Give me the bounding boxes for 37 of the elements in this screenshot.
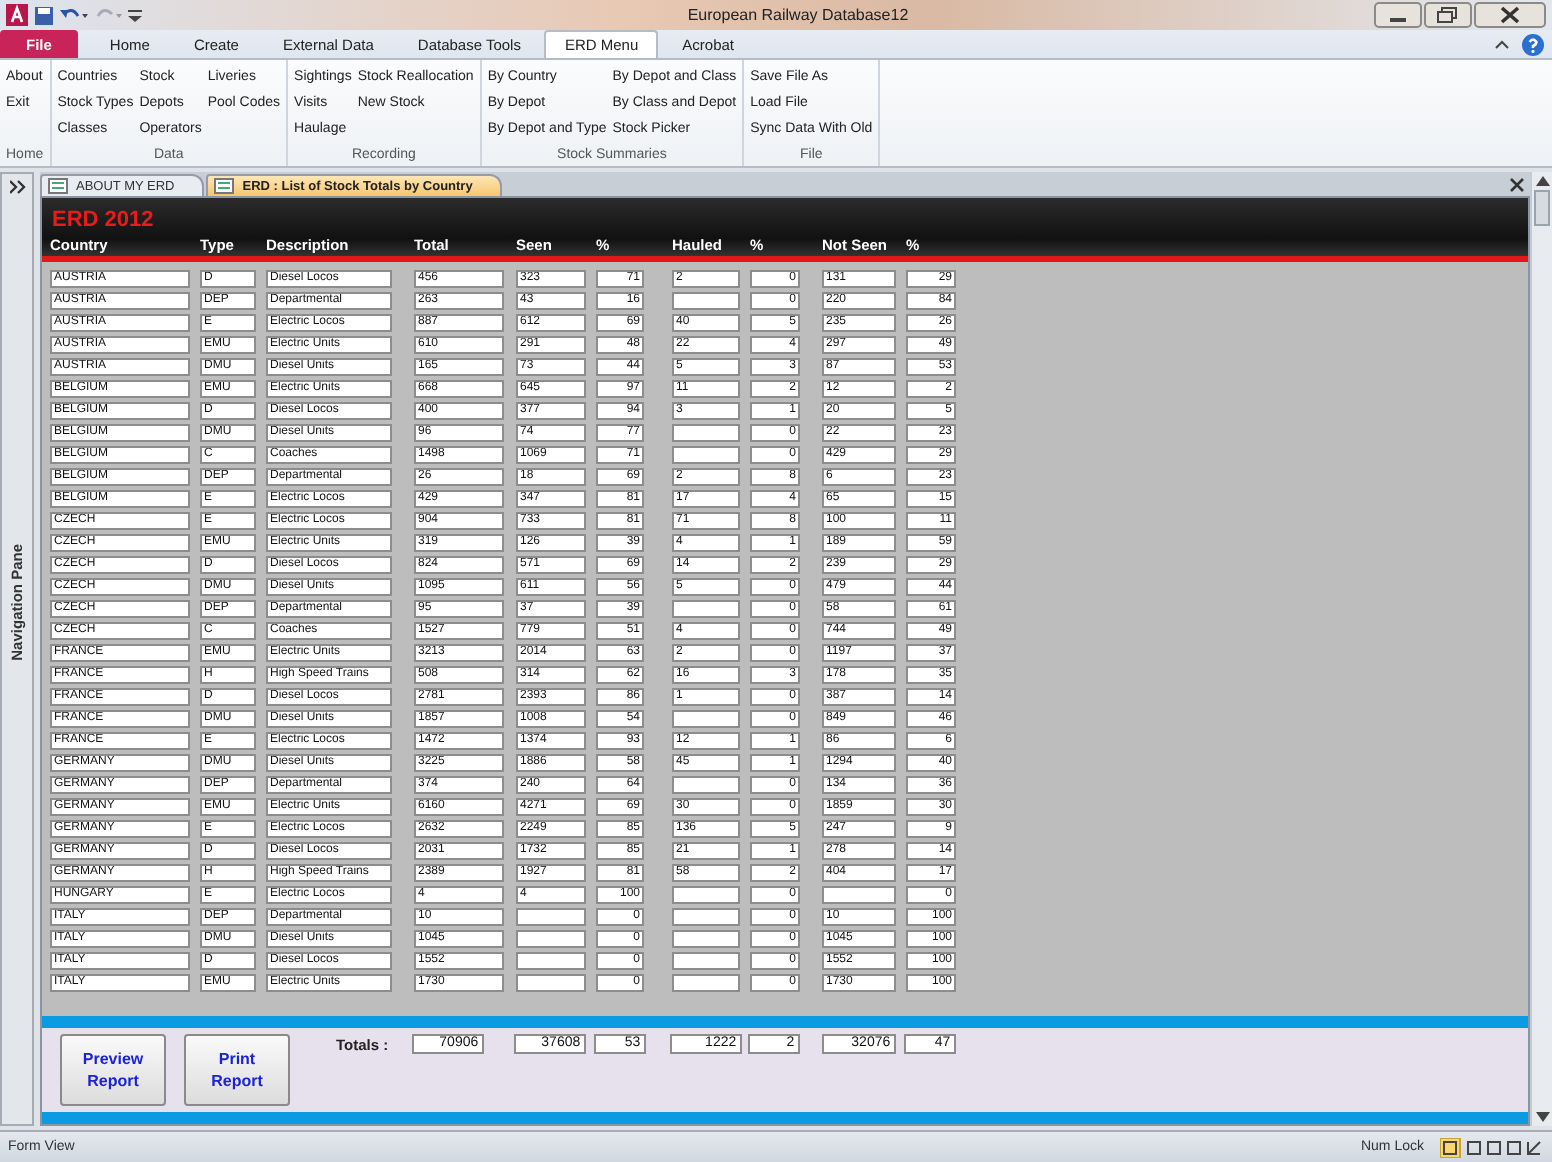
table-cell bbox=[672, 908, 740, 926]
report-button[interactable]: Print Report bbox=[184, 1034, 290, 1106]
table-cell bbox=[672, 776, 740, 794]
table-cell bbox=[516, 974, 586, 992]
minimize-icon[interactable] bbox=[1374, 2, 1422, 28]
table-cell bbox=[672, 952, 740, 970]
form-icon bbox=[48, 178, 68, 194]
table-cell bbox=[516, 930, 586, 948]
table-cell bbox=[672, 710, 740, 728]
restore-icon[interactable] bbox=[1424, 2, 1472, 28]
save-icon[interactable] bbox=[34, 5, 54, 25]
close-icon[interactable] bbox=[1510, 177, 1524, 191]
scrollbar[interactable] bbox=[1530, 172, 1552, 1126]
scroll-up-icon[interactable] bbox=[1535, 176, 1549, 186]
table-cell bbox=[672, 446, 740, 464]
view-buttons-icon[interactable] bbox=[1440, 1137, 1544, 1157]
scroll-down-icon[interactable] bbox=[1535, 1112, 1549, 1122]
table-cell bbox=[672, 292, 740, 310]
table-cell bbox=[672, 600, 740, 618]
form-title: ERD 2012 bbox=[50, 210, 156, 232]
help-icon[interactable] bbox=[1522, 33, 1544, 55]
table-cell bbox=[822, 886, 896, 904]
report-button[interactable]: Preview Report bbox=[60, 1034, 166, 1106]
table-cell bbox=[672, 974, 740, 992]
window-title: European Railway Database12 bbox=[685, 6, 911, 24]
expand-icon[interactable] bbox=[9, 180, 25, 194]
access-logo-icon bbox=[6, 4, 28, 26]
table-cell bbox=[516, 952, 586, 970]
table-cell bbox=[672, 886, 740, 904]
table-cell bbox=[516, 908, 586, 926]
close-icon[interactable] bbox=[1474, 2, 1546, 28]
collapse-ribbon-icon[interactable] bbox=[1494, 38, 1510, 50]
customize-toolbar-icon[interactable] bbox=[128, 7, 142, 23]
table-cell bbox=[672, 930, 740, 948]
table-cell bbox=[672, 424, 740, 442]
form-icon bbox=[214, 178, 235, 194]
scroll-thumb[interactable] bbox=[1534, 190, 1550, 226]
